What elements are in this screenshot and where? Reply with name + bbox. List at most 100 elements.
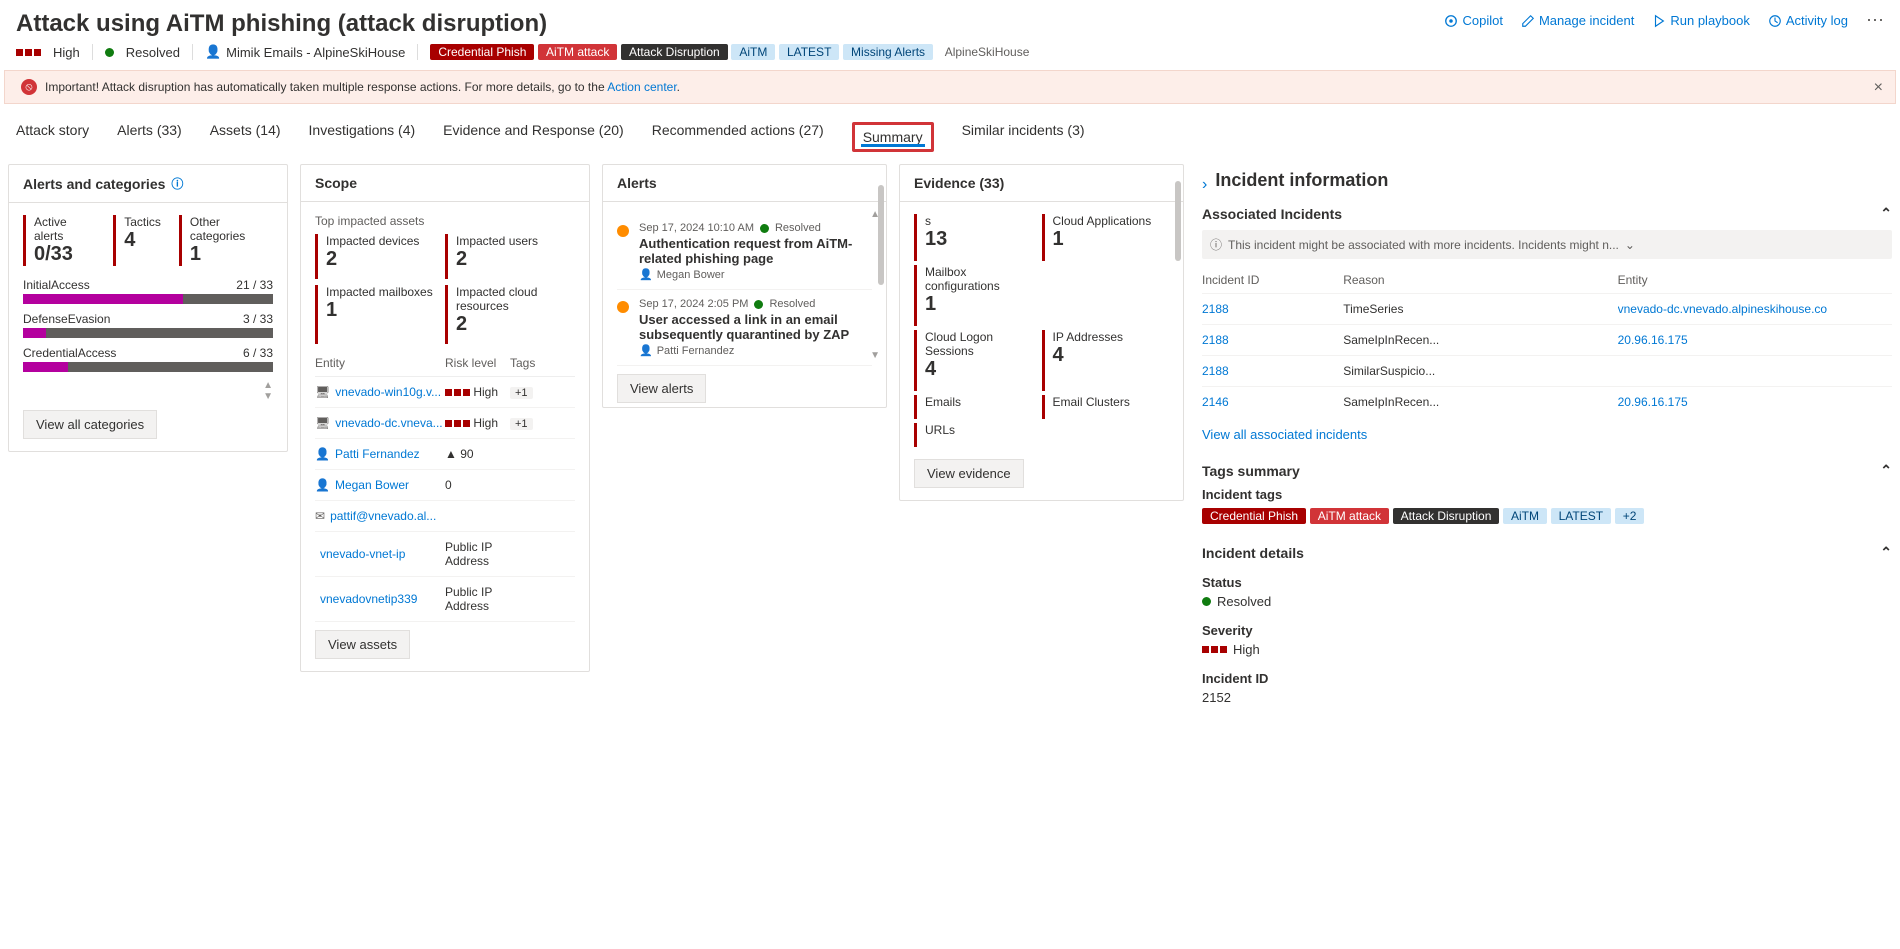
tag[interactable]: AiTM <box>731 44 775 60</box>
warning-icon: ⦸ <box>21 79 37 95</box>
category-row: DefenseEvasion3 / 33 <box>23 312 273 326</box>
tab[interactable]: Recommended actions (27) <box>652 122 824 152</box>
tag[interactable]: AiTM <box>1503 508 1547 524</box>
category-row: CredentialAccess6 / 33 <box>23 346 273 360</box>
status-dot-icon <box>1202 597 1211 606</box>
tab[interactable]: Assets (14) <box>210 122 281 152</box>
associated-incidents-section: Associated Incidents⌃ ⓘThis incident mig… <box>1202 205 1892 442</box>
assoc-row[interactable]: 2188SimilarSuspicio... <box>1202 355 1892 386</box>
scope-metric: Impacted devices2 <box>315 234 445 279</box>
evidence-metric: IP Addresses4 <box>1042 330 1170 391</box>
section-toggle[interactable]: Incident details⌃ <box>1202 544 1892 561</box>
card-title: Evidence (33) <box>900 165 1183 202</box>
tag[interactable]: Attack Disruption <box>1393 508 1500 524</box>
page-header: Attack using AiTM phishing (attack disru… <box>0 0 1900 44</box>
tactics-metric: Tactics4 <box>113 215 161 266</box>
assoc-row[interactable]: 2146SameIpInRecen...20.96.16.175 <box>1202 386 1892 417</box>
scope-row[interactable]: 👤Patti Fernandez▲ 90 <box>315 439 575 470</box>
tags-subtitle: Incident tags <box>1202 487 1892 502</box>
tag[interactable]: Attack Disruption <box>621 44 728 60</box>
tag[interactable]: Credential Phish <box>430 44 534 60</box>
category-bar <box>23 328 273 338</box>
tab[interactable]: Investigations (4) <box>309 122 416 152</box>
pencil-icon <box>1521 14 1535 28</box>
tag[interactable]: LATEST <box>779 44 839 60</box>
scope-row[interactable]: vnevado-vnet-ipPublic IP Address <box>315 532 575 577</box>
severity-icon <box>16 49 41 56</box>
scrollbar[interactable] <box>1175 181 1181 261</box>
scope-row[interactable]: ✉pattif@vnevado.al... <box>315 501 575 532</box>
tab[interactable]: Attack story <box>16 122 89 152</box>
view-alerts-button[interactable]: View alerts <box>617 374 706 403</box>
history-icon <box>1768 14 1782 28</box>
tag[interactable]: +2 <box>1615 508 1645 524</box>
incident-details-section: Incident details⌃ Status Resolved Severi… <box>1202 544 1892 705</box>
manage-incident-button[interactable]: Manage incident <box>1521 13 1634 28</box>
evidence-card: Evidence (33) s13Cloud Applications1Mail… <box>899 164 1184 501</box>
scope-metric: Impacted mailboxes1 <box>315 285 445 344</box>
play-icon <box>1652 14 1666 28</box>
info-icon[interactable]: ⓘ <box>171 175 183 192</box>
assoc-row[interactable]: 2188SameIpInRecen...20.96.16.175 <box>1202 324 1892 355</box>
copilot-button[interactable]: Copilot <box>1444 13 1502 28</box>
scope-row[interactable]: 🖥vnevado-win10g.v... High+1 <box>315 377 575 408</box>
incident-tags-list: Credential Phish AiTM attack Attack Disr… <box>1202 508 1892 524</box>
scope-row[interactable]: 🖥vnevado-dc.vneva... High+1 <box>315 408 575 439</box>
incident-id-label: Incident ID <box>1202 671 1892 686</box>
category-row: InitialAccess21 / 33 <box>23 278 273 292</box>
copilot-icon <box>1444 14 1458 28</box>
tag[interactable]: Credential Phish <box>1202 508 1306 524</box>
tag[interactable]: AlpineSkiHouse <box>937 44 1038 60</box>
category-bar <box>23 362 273 372</box>
assoc-table-header: Incident ID Reason Entity <box>1202 267 1892 293</box>
view-all-associated-link[interactable]: View all associated incidents <box>1202 427 1367 442</box>
evidence-metric: Cloud Logon Sessions4 <box>914 330 1042 391</box>
section-toggle[interactable]: Associated Incidents⌃ <box>1202 205 1892 222</box>
view-assets-button[interactable]: View assets <box>315 630 410 659</box>
severity-label: Severity <box>1202 623 1892 638</box>
chevron-up-icon: ⌃ <box>1880 544 1892 561</box>
other-categories-metric: Other categories1 <box>179 215 273 266</box>
severity-label: High <box>53 45 80 60</box>
view-all-categories-button[interactable]: View all categories <box>23 410 157 439</box>
tab[interactable]: Similar incidents (3) <box>962 122 1085 152</box>
chevron-down-icon[interactable]: ⌄ <box>1625 238 1635 252</box>
alerts-list-card: Alerts ▲ Sep 17, 2024 10:10 AM ResolvedA… <box>602 164 887 408</box>
tab[interactable]: Evidence and Response (20) <box>443 122 624 152</box>
action-center-link[interactable]: Action center <box>607 80 676 94</box>
alert-severity-dot <box>617 301 629 313</box>
tag[interactable]: AiTM attack <box>1310 508 1389 524</box>
evidence-metric: Mailbox configurations1 <box>914 265 1042 326</box>
chevron-up-icon: ⌃ <box>1880 205 1892 222</box>
view-evidence-button[interactable]: View evidence <box>914 459 1024 488</box>
tab[interactable]: Summary <box>852 122 934 152</box>
evidence-metric: URLs <box>914 423 1042 447</box>
scope-row[interactable]: 👤Megan Bower0 <box>315 470 575 501</box>
scrollbar[interactable] <box>878 185 884 285</box>
person-icon: 👤 <box>205 44 221 60</box>
summary-content: Alerts and categories ⓘ Active alerts0/3… <box>0 152 1900 737</box>
assoc-row[interactable]: 2188TimeSeriesvnevado-dc.vnevado.alpines… <box>1202 293 1892 324</box>
collapse-panel-button[interactable]: › <box>1202 176 1207 194</box>
banner-text: Important! Attack disruption has automat… <box>45 80 680 94</box>
tab[interactable]: Alerts (33) <box>117 122 182 152</box>
evidence-metric: s13 <box>914 214 1042 261</box>
more-menu[interactable]: ⋯ <box>1866 10 1884 31</box>
tag[interactable]: Missing Alerts <box>843 44 933 60</box>
evidence-metric: Cloud Applications1 <box>1042 214 1170 261</box>
tag[interactable]: LATEST <box>1551 508 1611 524</box>
scope-row[interactable]: vnevadovnetip339Public IP Address <box>315 577 575 622</box>
section-toggle[interactable]: Tags summary⌃ <box>1202 462 1892 479</box>
alert-item[interactable]: Sep 17, 2024 10:10 AM ResolvedAuthentica… <box>617 214 872 290</box>
scope-metric: Impacted users2 <box>445 234 575 279</box>
tag[interactable]: AiTM attack <box>538 44 617 60</box>
close-banner-button[interactable]: × <box>1874 79 1883 97</box>
panel-title: Incident information <box>1215 170 1388 191</box>
run-playbook-button[interactable]: Run playbook <box>1652 13 1750 28</box>
info-icon: ⓘ <box>1210 236 1222 253</box>
alert-item[interactable]: Sep 17, 2024 2:05 PM ResolvedUser access… <box>617 290 872 366</box>
evidence-metric: Email Clusters <box>1042 395 1170 419</box>
incident-id-value: 2152 <box>1202 690 1892 705</box>
incident-tabs: Attack story Alerts (33) Assets (14) Invest… <box>0 104 1900 152</box>
activity-log-button[interactable]: Activity log <box>1768 13 1848 28</box>
